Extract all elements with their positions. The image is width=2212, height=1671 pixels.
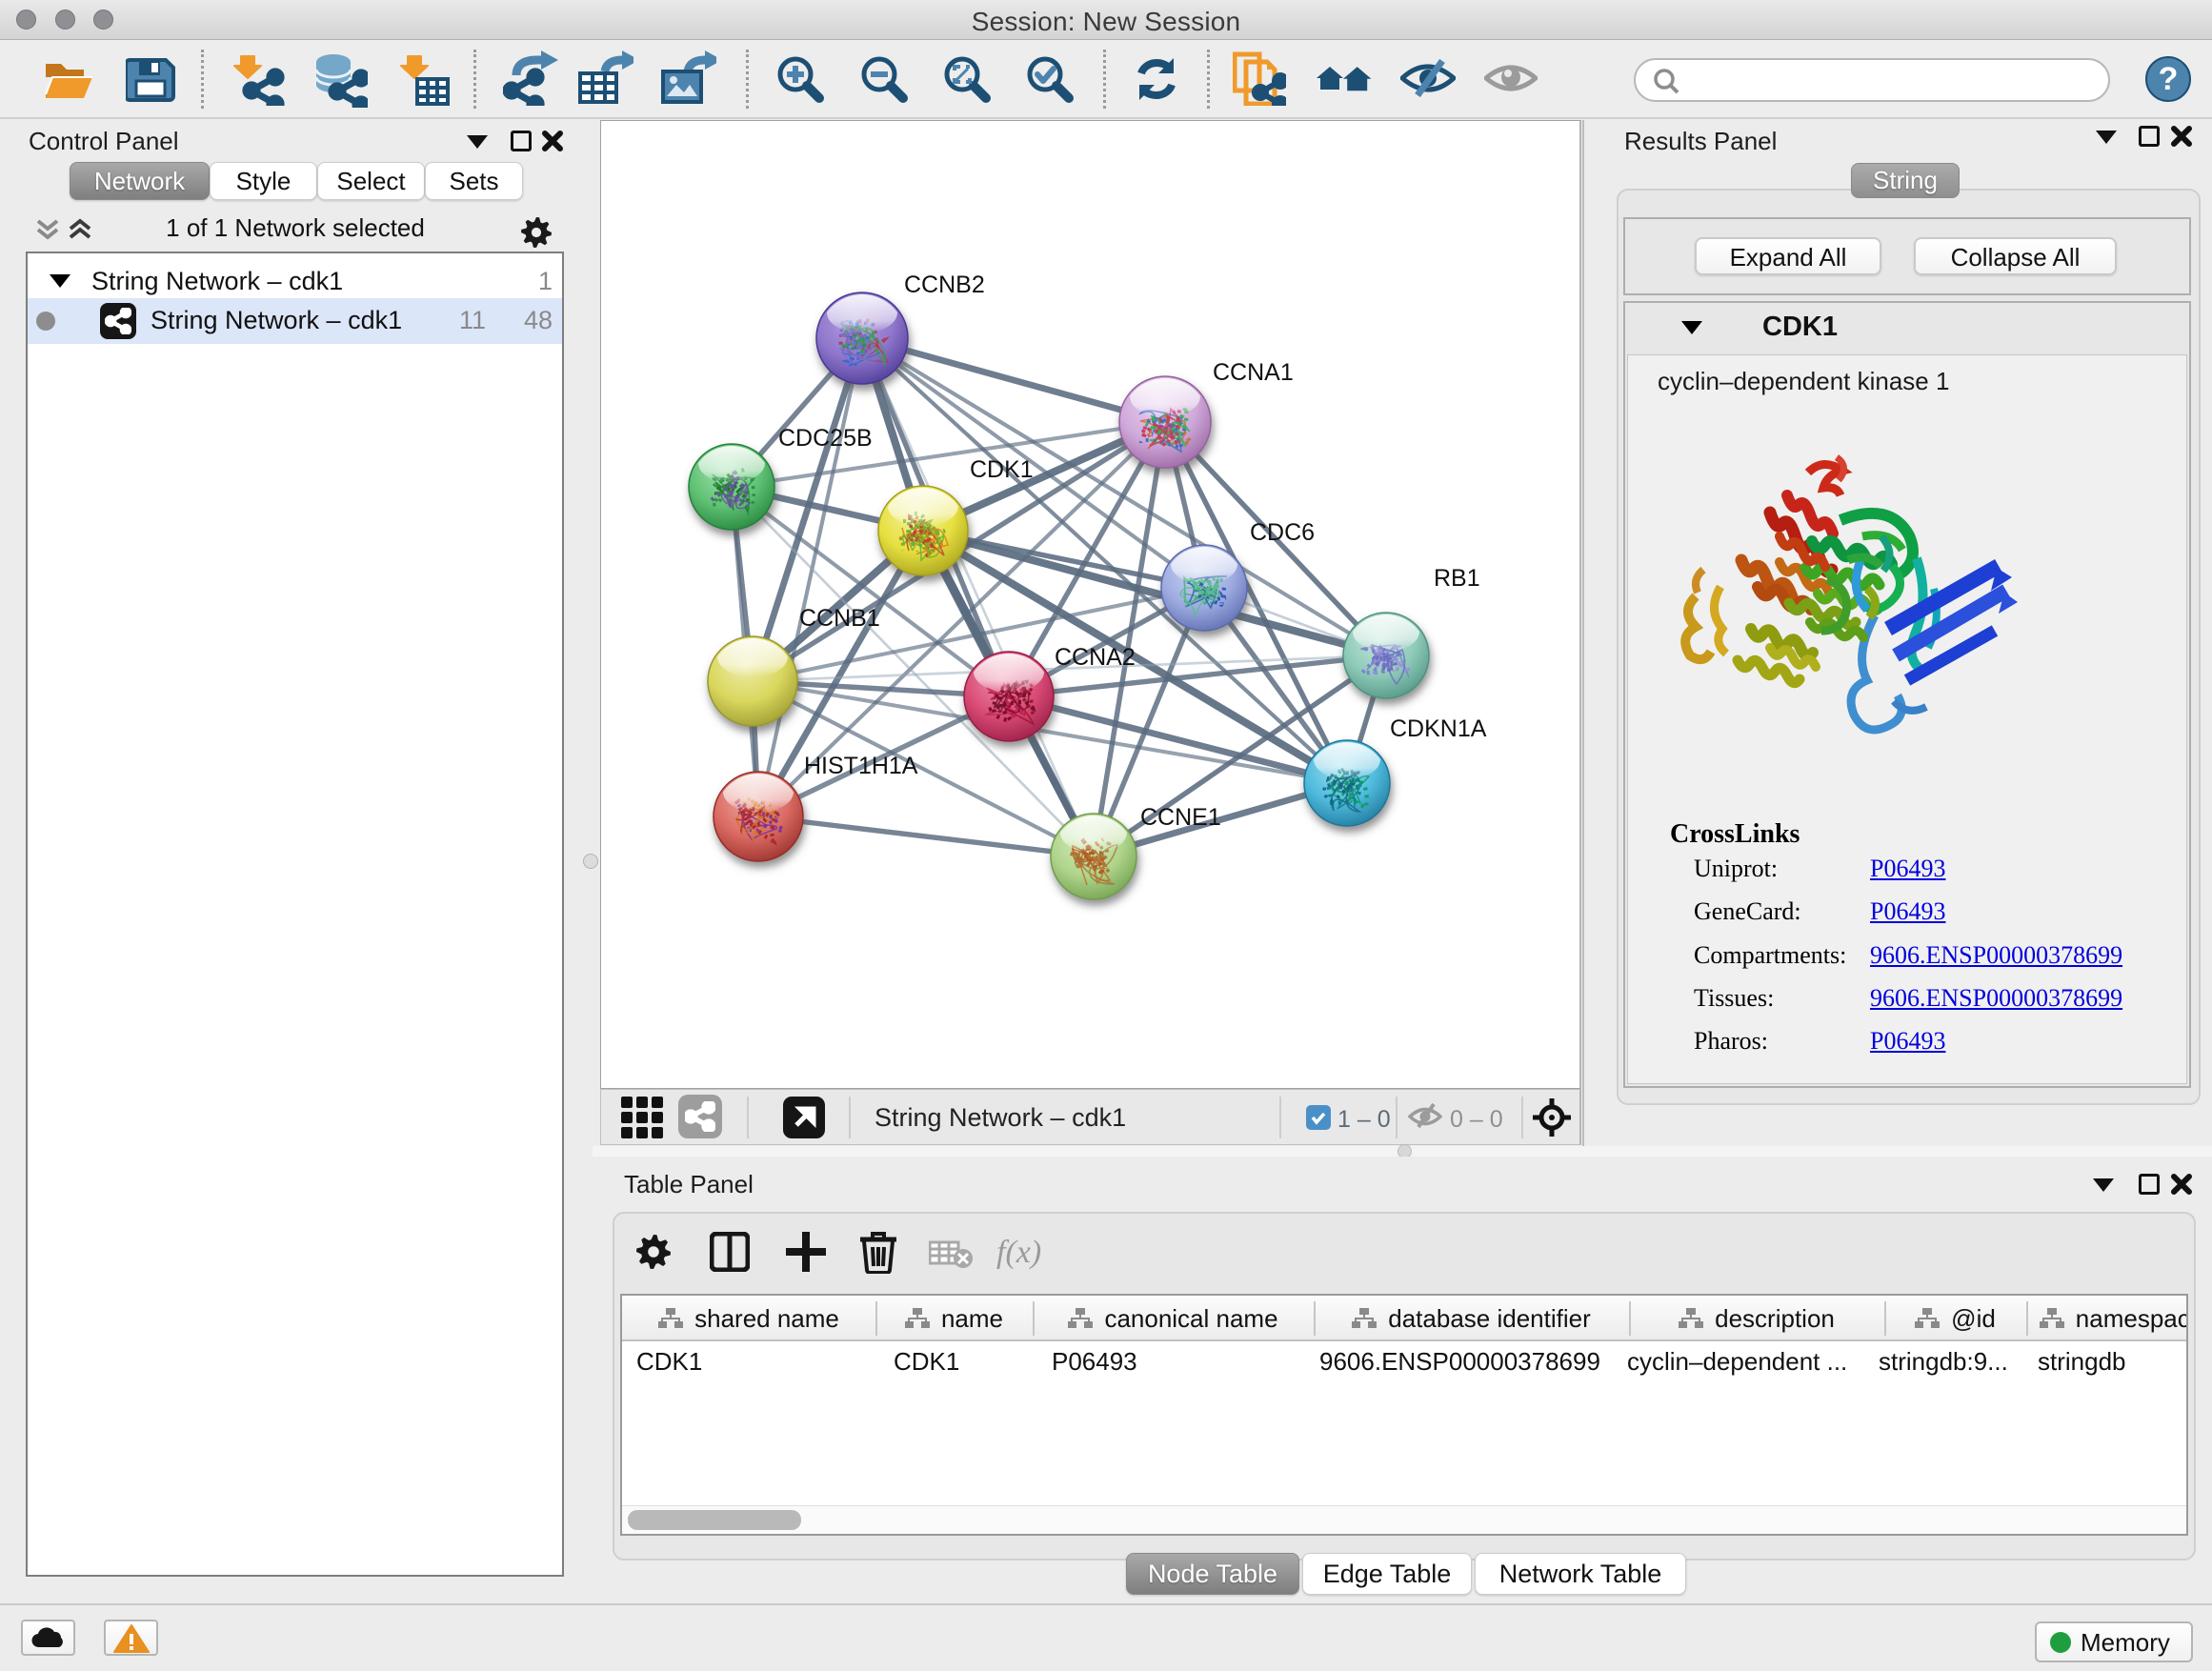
svg-text:CDK1: CDK1 [970, 456, 1034, 483]
svg-text:CCNB1: CCNB1 [799, 605, 880, 632]
svg-text:CDKN1A: CDKN1A [1390, 715, 1487, 742]
svg-text:CCNA2: CCNA2 [1055, 644, 1136, 671]
svg-text:HIST1H1A: HIST1H1A [804, 753, 918, 779]
svg-text:?: ? [2159, 61, 2179, 97]
svg-text:CDC6: CDC6 [1250, 519, 1315, 546]
svg-text:CCNE1: CCNE1 [1140, 804, 1221, 831]
svg-text:CCNA1: CCNA1 [1213, 359, 1294, 386]
svg-text:CCNB2: CCNB2 [904, 272, 985, 298]
svg-text:RB1: RB1 [1434, 565, 1480, 592]
svg-text:CDC25B: CDC25B [778, 425, 873, 452]
